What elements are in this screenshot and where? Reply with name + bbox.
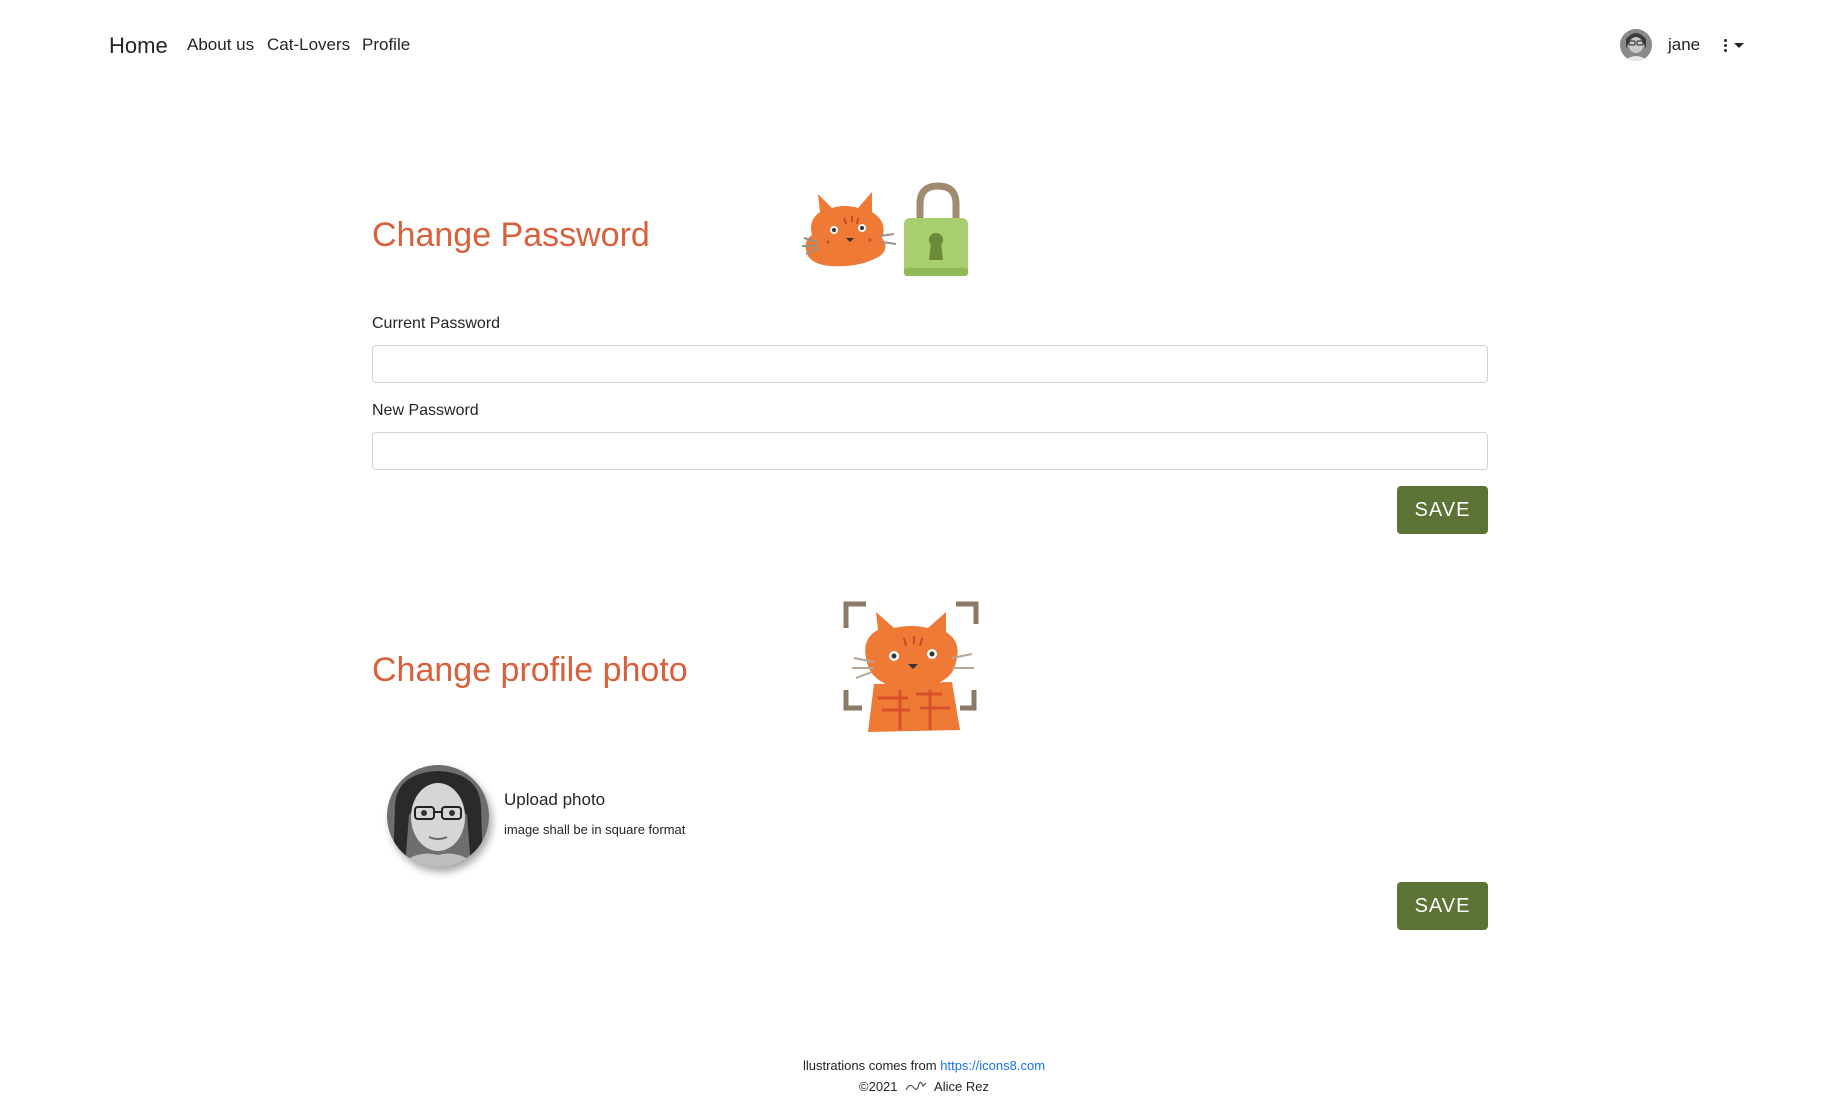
footer-copyright: ©2021 Alice Rez — [0, 1079, 1848, 1095]
change-password-title: Change Password — [372, 216, 650, 254]
kebab-menu-icon — [1724, 38, 1728, 52]
change-photo-title: Change profile photo — [372, 651, 688, 689]
profile-photo-preview — [387, 765, 489, 867]
signature-icon — [905, 1080, 927, 1095]
top-navbar: Home About us Cat-Lovers Profile jane — [0, 0, 1848, 90]
author-name: Alice Rez — [934, 1079, 989, 1094]
user-avatar-icon[interactable] — [1620, 29, 1652, 61]
upload-photo-hint: image shall be in square format — [504, 822, 686, 837]
footer-credit-text: llustrations comes from — [802, 1058, 937, 1073]
nav-link-profile[interactable]: Profile — [362, 35, 410, 55]
user-menu: jane — [1620, 28, 1745, 62]
footer-icons8-link[interactable]: https://icons8.com — [940, 1058, 1045, 1073]
copyright-text: ©2021 — [859, 1079, 898, 1094]
user-dropdown-toggle[interactable] — [1724, 38, 1745, 52]
upload-photo-button[interactable]: Upload photo — [504, 790, 605, 810]
save-password-button[interactable]: SAVE — [1397, 486, 1488, 534]
new-password-label: New Password — [372, 402, 479, 419]
nav-link-about-us[interactable]: About us — [187, 35, 254, 55]
save-photo-button[interactable]: SAVE — [1397, 882, 1488, 930]
user-name[interactable]: jane — [1668, 35, 1700, 55]
caret-down-icon — [1734, 42, 1745, 48]
current-password-label: Current Password — [372, 315, 501, 332]
nav-link-cat-lovers[interactable]: Cat-Lovers — [267, 35, 350, 55]
current-password-input[interactable] — [372, 345, 1488, 383]
brand-home-link[interactable]: Home — [109, 33, 168, 59]
footer-credit: llustrations comes from https://icons8.c… — [0, 1058, 1848, 1073]
cat-photo-scan-icon — [838, 598, 986, 736]
new-password-input[interactable] — [372, 432, 1488, 470]
cat-with-padlock-icon — [800, 180, 990, 280]
